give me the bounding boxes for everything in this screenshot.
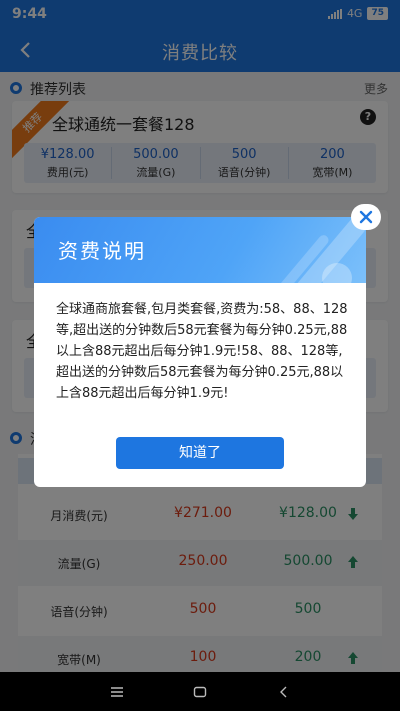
home-button[interactable] xyxy=(190,682,210,702)
fee-info-dialog: 资费说明 全球通商旅套餐,包月类套餐,资费为:58、88、128等,超出送的分钟… xyxy=(34,217,366,487)
confirm-button[interactable]: 知道了 xyxy=(116,437,284,469)
menu-icon xyxy=(111,687,123,697)
dialog-header: 资费说明 xyxy=(34,217,366,283)
header-decoration xyxy=(322,263,352,283)
back-icon xyxy=(280,686,287,698)
dialog-body: 全球通商旅套餐,包月类套餐,资费为:58、88、128等,超出送的分钟数后58元… xyxy=(56,302,348,401)
close-button[interactable] xyxy=(351,204,381,230)
system-nav-bar xyxy=(0,672,400,711)
home-icon xyxy=(193,686,207,698)
close-icon xyxy=(359,210,373,224)
menu-button[interactable] xyxy=(107,682,127,702)
dialog-title: 资费说明 xyxy=(58,239,146,263)
back-nav-button[interactable] xyxy=(274,682,294,702)
